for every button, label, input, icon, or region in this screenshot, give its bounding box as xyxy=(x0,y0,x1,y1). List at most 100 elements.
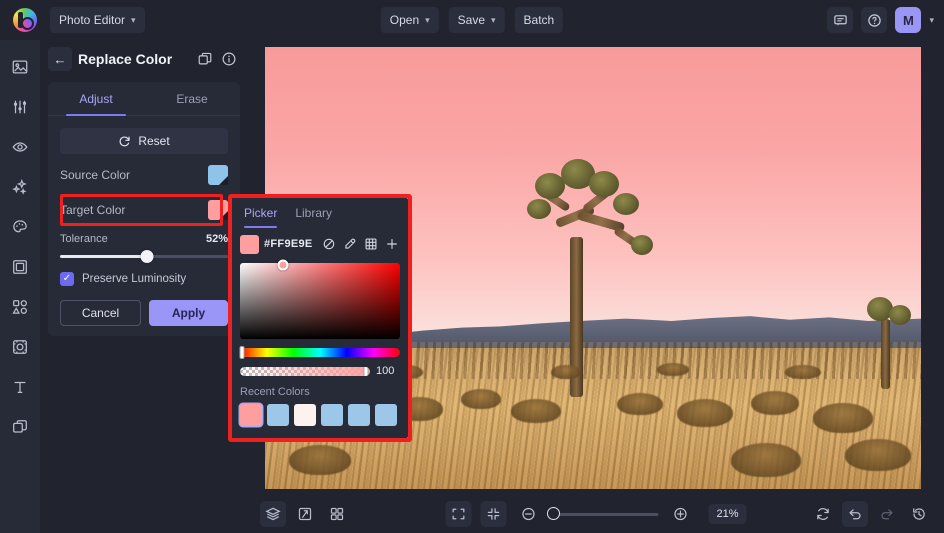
zoom-slider-knob[interactable] xyxy=(547,507,561,520)
desert-brush xyxy=(751,391,799,415)
reset-label: Reset xyxy=(138,134,170,148)
joshua-tree-trunk-right xyxy=(881,319,890,389)
eyedropper-icon[interactable] xyxy=(342,236,358,252)
redo-icon[interactable] xyxy=(874,501,900,527)
no-color-icon[interactable] xyxy=(321,236,337,252)
tolerance-track[interactable] xyxy=(60,250,228,263)
preserve-luminosity-row[interactable]: ✓ Preserve Luminosity xyxy=(60,272,228,286)
fit-content-icon[interactable] xyxy=(480,501,507,527)
tab-library[interactable]: Library xyxy=(295,198,332,228)
target-color-label: Target Color xyxy=(60,203,126,217)
color-picker-popup[interactable]: Picker Library #FF9E9E 100 Recent Colors xyxy=(228,194,412,442)
sidebar-item-layers[interactable] xyxy=(5,412,35,442)
recent-color-swatch[interactable] xyxy=(348,404,370,426)
info-icon[interactable] xyxy=(220,50,238,68)
app-switcher-button[interactable]: Photo Editor ▾ xyxy=(50,7,145,33)
cancel-label: Cancel xyxy=(81,306,120,320)
befunky-logo-icon[interactable] xyxy=(13,8,37,32)
tolerance-fill xyxy=(60,255,148,258)
grid-icon[interactable] xyxy=(324,501,350,527)
cancel-button[interactable]: Cancel xyxy=(60,300,141,326)
back-arrow-icon[interactable]: ← xyxy=(48,47,72,71)
replace-color-card: Adjust Erase Reset Source Color Target C… xyxy=(48,82,240,336)
target-color-row[interactable]: Target Color xyxy=(60,195,228,225)
reset-button[interactable]: Reset xyxy=(60,128,228,154)
reset-icon xyxy=(119,136,130,146)
zoom-slider[interactable] xyxy=(547,507,659,520)
account-chevron-down-icon[interactable]: ▾ xyxy=(929,15,934,26)
batch-label: Batch xyxy=(523,13,555,27)
sidebar-item-frames[interactable] xyxy=(5,252,35,282)
recent-color-swatch[interactable] xyxy=(294,404,316,426)
undo-icon[interactable] xyxy=(842,501,868,527)
tolerance-header: Tolerance 52% xyxy=(60,233,228,245)
recent-color-swatch[interactable] xyxy=(321,404,343,426)
recent-color-swatch[interactable] xyxy=(375,404,397,426)
sidebar-item-text[interactable] xyxy=(5,372,35,402)
tolerance-knob[interactable] xyxy=(140,250,154,263)
apply-button[interactable]: Apply xyxy=(149,300,228,326)
hue-slider[interactable] xyxy=(239,346,400,359)
joshua-tree-tuft xyxy=(589,171,619,197)
canvas-view-tools xyxy=(260,501,350,527)
desert-brush xyxy=(617,393,663,415)
sidebar-item-graphics[interactable] xyxy=(5,292,35,322)
zoom-level-value[interactable]: 21% xyxy=(708,504,747,524)
add-color-icon[interactable] xyxy=(384,236,400,252)
recent-color-swatch[interactable] xyxy=(240,404,262,426)
zoom-out-icon[interactable] xyxy=(515,501,541,527)
sidebar-item-touchup[interactable] xyxy=(5,132,35,162)
color-picker-body: Picker Library #FF9E9E 100 Recent Colors xyxy=(232,198,408,438)
source-color-row[interactable]: Source Color xyxy=(60,160,228,190)
tab-adjust-label: Adjust xyxy=(79,91,113,106)
alpha-slider[interactable] xyxy=(240,366,370,376)
help-icon[interactable] xyxy=(861,7,888,33)
batch-button[interactable]: Batch xyxy=(514,7,564,33)
history-icon[interactable] xyxy=(906,501,932,527)
tolerance-value: 52% xyxy=(205,233,228,245)
tab-picker[interactable]: Picker xyxy=(244,198,278,228)
save-button[interactable]: Save ▾ xyxy=(448,7,505,33)
sidebar-item-edit[interactable] xyxy=(5,92,35,122)
desert-brush xyxy=(785,365,821,379)
saturation-value-knob[interactable] xyxy=(277,259,289,271)
tool-options-panel: ← Replace Color Adjust Erase Reset Sourc… xyxy=(40,40,248,533)
preserve-luminosity-label: Preserve Luminosity xyxy=(82,273,187,285)
sidebar-item-ai[interactable] xyxy=(5,172,35,202)
tab-erase[interactable]: Erase xyxy=(144,82,240,115)
layers-icon[interactable] xyxy=(260,501,286,527)
sidebar-item-image[interactable] xyxy=(5,52,35,82)
preserve-luminosity-checkbox[interactable]: ✓ xyxy=(60,272,74,286)
fit-screen-icon[interactable] xyxy=(445,501,472,527)
reset-view-icon[interactable] xyxy=(810,501,836,527)
zoom-in-icon[interactable] xyxy=(667,501,693,527)
source-color-swatch[interactable] xyxy=(208,165,228,185)
saturation-value-area[interactable] xyxy=(240,259,400,339)
chat-icon[interactable] xyxy=(827,7,854,33)
resize-icon[interactable] xyxy=(292,501,318,527)
tab-picker-label: Picker xyxy=(244,206,278,220)
recent-colors-row xyxy=(240,404,400,426)
tolerance-slider[interactable]: Tolerance 52% xyxy=(60,233,228,263)
open-button[interactable]: Open ▾ xyxy=(380,7,439,33)
desert-brush xyxy=(813,403,873,433)
alpha-row: 100 xyxy=(240,365,400,377)
avatar[interactable]: M xyxy=(895,7,922,33)
tab-adjust[interactable]: Adjust xyxy=(48,82,144,116)
desert-brush xyxy=(657,363,689,376)
chevron-down-icon: ▾ xyxy=(491,14,496,25)
palette-grid-icon[interactable] xyxy=(363,236,379,252)
sidebar-item-overlays[interactable] xyxy=(5,332,35,362)
target-color-swatch[interactable] xyxy=(208,200,228,220)
sidebar-item-artsy[interactable] xyxy=(5,212,35,242)
hue-knob[interactable] xyxy=(239,346,245,359)
account-actions-group: M ▾ xyxy=(827,7,934,33)
alpha-knob[interactable] xyxy=(363,366,369,376)
hex-input[interactable]: #FF9E9E xyxy=(264,238,316,250)
current-color-swatch[interactable] xyxy=(240,234,259,254)
history-controls xyxy=(810,501,932,527)
duplicate-icon[interactable] xyxy=(196,50,214,68)
alpha-value: 100 xyxy=(376,365,395,377)
recent-color-swatch[interactable] xyxy=(267,404,289,426)
panel-tabs: Adjust Erase xyxy=(48,82,240,116)
